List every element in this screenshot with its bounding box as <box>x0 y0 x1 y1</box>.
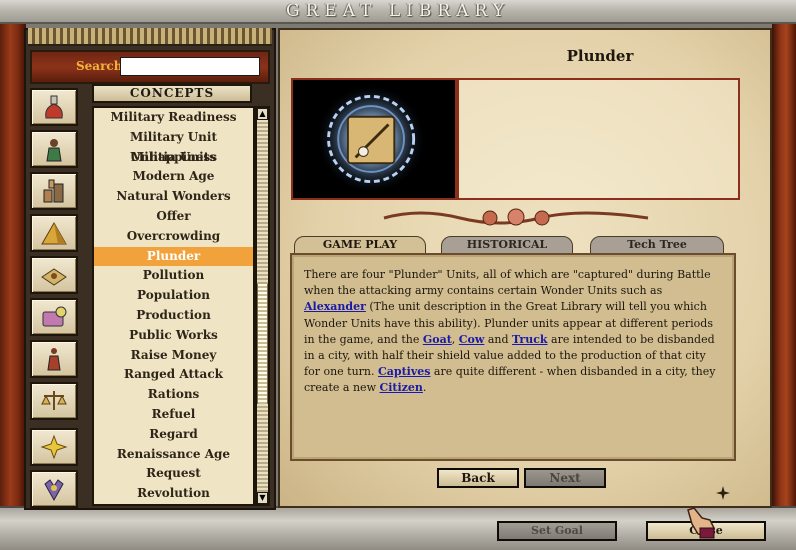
shield-emblem-icon-button[interactable] <box>30 470 78 508</box>
list-item[interactable]: Military Readiness <box>94 108 253 128</box>
advances-icon-button[interactable] <box>30 88 78 126</box>
scroll-down-arrow-icon[interactable]: ▼ <box>257 492 268 504</box>
list-item[interactable]: Raise Money <box>94 346 253 366</box>
article-title: Plunder <box>566 47 634 65</box>
list-item[interactable]: Refuel <box>94 405 253 425</box>
link-cow[interactable]: Cow <box>459 333 485 346</box>
left-pillar <box>0 24 26 510</box>
list-item[interactable]: Overcrowding <box>94 227 253 247</box>
article-text-segment: There are four "Plunder" Units, all of w… <box>304 268 711 298</box>
terrain-icon-button[interactable] <box>30 298 78 336</box>
concepts-icon-button[interactable] <box>30 340 78 378</box>
list-item[interactable]: Population <box>94 286 253 306</box>
list-item[interactable]: Request <box>94 464 253 484</box>
improvements-icon <box>46 139 62 162</box>
link-alexander[interactable]: Alexander <box>304 300 366 313</box>
article-image <box>291 78 457 200</box>
decorative-flourish <box>383 208 649 226</box>
list-item[interactable]: Regard <box>94 425 253 445</box>
list-item-selected[interactable]: Plunder <box>94 246 253 267</box>
wonders-icon-button[interactable] <box>30 214 78 252</box>
units-icon-button[interactable] <box>30 172 78 210</box>
link-truck[interactable]: Truck <box>512 333 548 346</box>
concepts-scrollbar[interactable]: ▲ ▼ <box>255 106 270 506</box>
tile-improvements-icon-button[interactable] <box>30 256 78 294</box>
star-ornament-icon <box>716 486 730 500</box>
list-item[interactable]: Renaissance Age <box>94 445 253 465</box>
shield-emblem-icon <box>44 479 64 502</box>
right-pillar <box>772 24 796 510</box>
goods-icon-button[interactable] <box>30 428 78 466</box>
list-item[interactable]: Production <box>94 306 253 326</box>
panel-ornament <box>28 28 272 46</box>
list-item[interactable]: Ranged Attack <box>94 365 253 385</box>
government-icon-button[interactable] <box>30 382 78 420</box>
scroll-thumb[interactable] <box>257 284 268 404</box>
search-label: Search <box>76 59 123 73</box>
next-button[interactable]: Next <box>524 468 606 488</box>
link-goat[interactable]: Goat <box>423 333 452 346</box>
advances-icon <box>45 95 63 119</box>
link-citizen[interactable]: Citizen <box>379 381 422 394</box>
window-title: GREAT LIBRARY <box>286 1 510 21</box>
list-item[interactable]: Offer <box>94 207 253 227</box>
concepts-list: Military Readiness Military Unit Unhappi… <box>92 106 255 506</box>
tab-historical[interactable]: HISTORICAL <box>441 236 573 254</box>
article-text-segment: , <box>451 332 459 346</box>
list-item[interactable]: Militia Units <box>94 148 253 168</box>
list-item[interactable]: Military Unit Unhappiness <box>94 128 253 164</box>
link-captives[interactable]: Captives <box>378 365 430 378</box>
tab-game-play[interactable]: GAME PLAY <box>294 236 426 254</box>
list-item[interactable]: Public Works <box>94 326 253 346</box>
hand-cursor-icon <box>687 507 715 539</box>
plunder-unit-icon <box>317 85 425 193</box>
search-input[interactable] <box>120 57 260 76</box>
terrain-icon <box>42 306 67 327</box>
improvements-icon-button[interactable] <box>30 130 78 168</box>
back-button[interactable]: Back <box>437 468 519 488</box>
list-item[interactable]: Pollution <box>94 266 253 286</box>
article-text-segment: and <box>484 332 513 346</box>
tile-improvements-icon <box>41 268 67 286</box>
list-item[interactable]: Natural Wonders <box>94 187 253 207</box>
article-text: There are four "Plunder" Units, all of w… <box>290 253 736 461</box>
article-text-segment: . <box>422 381 427 395</box>
list-item[interactable]: Modern Age <box>94 167 253 187</box>
government-icon <box>41 391 67 410</box>
goods-icon <box>40 434 68 460</box>
scroll-up-arrow-icon[interactable]: ▲ <box>257 108 268 120</box>
list-item[interactable]: Revolution <box>94 484 253 504</box>
wonders-icon <box>41 221 67 245</box>
article-info-box <box>457 78 740 200</box>
concepts-icon <box>47 348 61 371</box>
set-goal-button[interactable]: Set Goal <box>497 521 617 541</box>
units-icon <box>43 179 64 203</box>
list-item[interactable]: Rations <box>94 385 253 405</box>
concepts-header: CONCEPTS <box>92 84 252 103</box>
tab-tech-tree[interactable]: Tech Tree <box>590 236 724 254</box>
